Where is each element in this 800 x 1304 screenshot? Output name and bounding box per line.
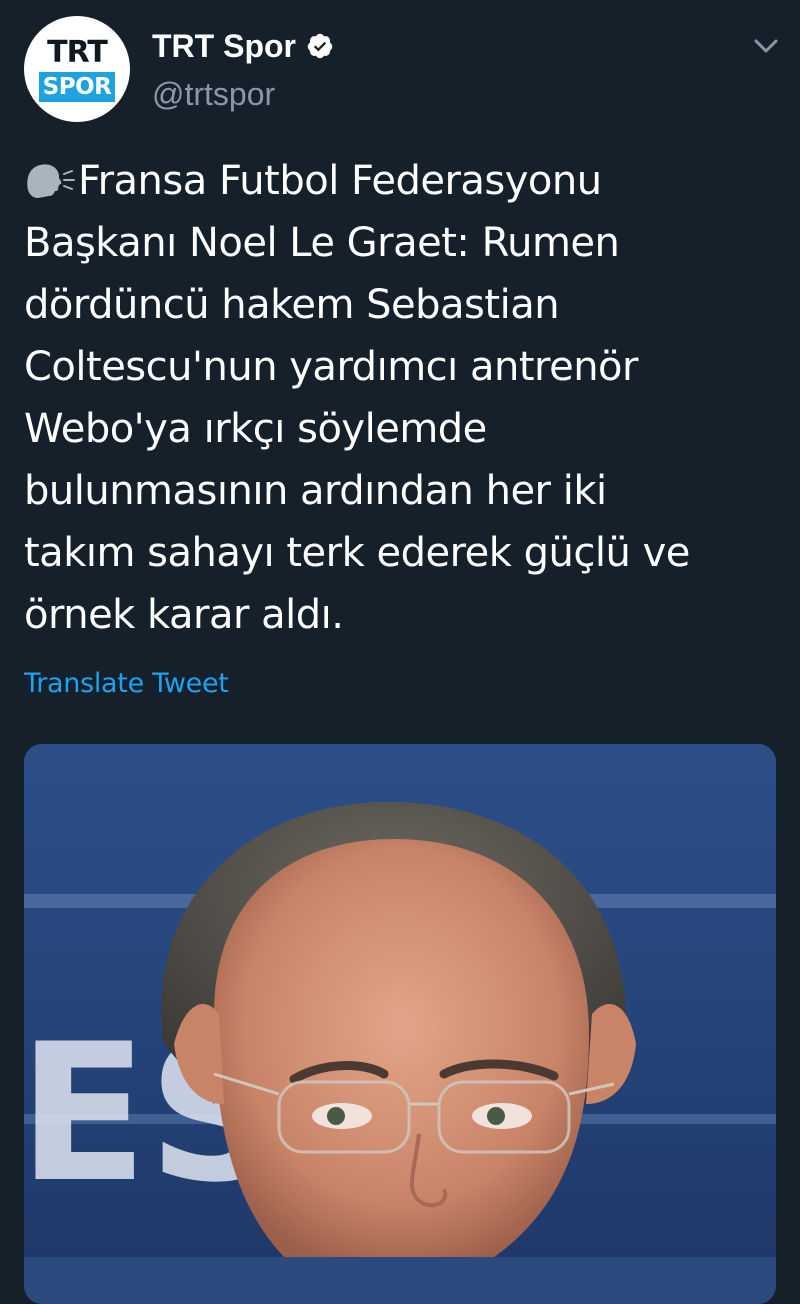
- speaking-head-icon: [27, 164, 75, 198]
- tweet-media-photo[interactable]: ES T: [24, 744, 776, 1304]
- tweet-text-line-1: Fransa Futbol Federasyonu: [78, 158, 602, 204]
- tweet-text-line-3: dördüncü hakem Sebastian: [24, 282, 560, 328]
- avatar-logo-trt: TRT: [47, 35, 108, 70]
- translate-tweet-link[interactable]: Translate Tweet: [24, 668, 229, 699]
- tweet-text-line-7: takım sahayı terk ederek güçlü ve: [24, 530, 690, 576]
- avatar-logo-spor: SPOR: [39, 72, 115, 102]
- tweet: TRT SPOR TRT Spor @trtspor Fransa Futbol…: [0, 0, 800, 1304]
- tweet-text-line-4: Coltescu'nun yardımcı antrenör: [24, 344, 638, 390]
- tweet-text-line-5: Webo'ya ırkçı söylemde: [24, 406, 487, 452]
- tweet-text-line-6: bulunmasının ardından her iki: [24, 468, 607, 514]
- avatar[interactable]: TRT SPOR: [24, 16, 130, 122]
- tweet-text: Fransa Futbol Federasyonu Başkanı Noel L…: [24, 150, 784, 646]
- photo-illustration: ES T: [24, 744, 776, 1257]
- author-name-row[interactable]: TRT Spor: [152, 24, 334, 68]
- display-name[interactable]: TRT Spor: [152, 28, 296, 65]
- verified-badge-icon: [307, 33, 333, 59]
- tweet-text-line: Fransa Futbol Federasyonu: [24, 150, 784, 212]
- tweet-text-line-2: Başkanı Noel Le Graet: Rumen: [24, 220, 620, 266]
- handle[interactable]: @trtspor: [152, 76, 275, 113]
- chevron-down-icon[interactable]: [752, 34, 780, 58]
- tweet-text-line-8: örnek karar aldı.: [24, 592, 344, 638]
